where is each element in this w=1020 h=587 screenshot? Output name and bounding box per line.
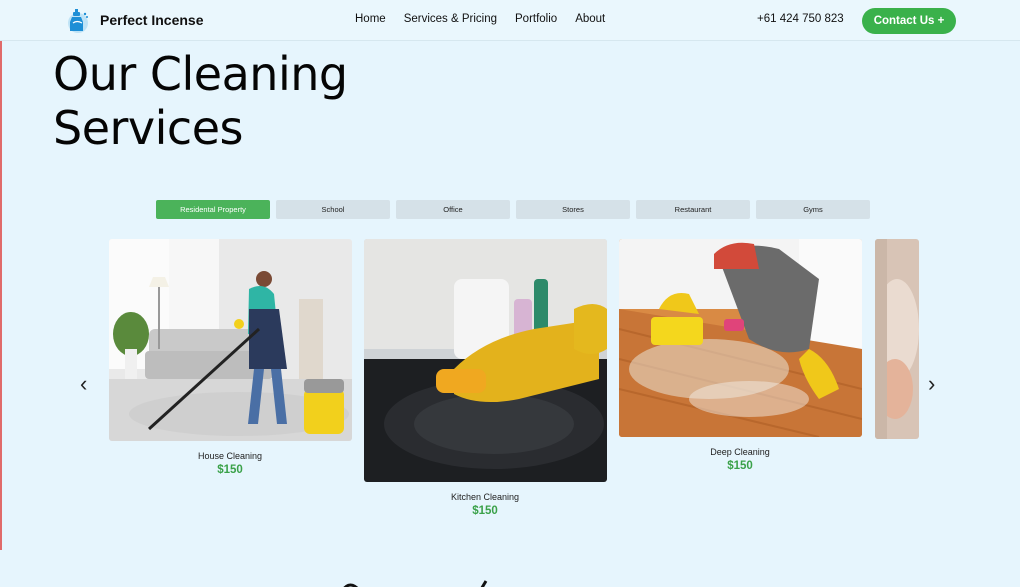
tab-school[interactable]: School [276, 200, 390, 219]
tab-residental-property[interactable]: Residental Property [156, 200, 270, 219]
main-nav: Home Services & Pricing Portfolio About [355, 13, 605, 25]
next-section-heading-cutoff [340, 578, 520, 587]
partial-card-image[interactable] [875, 239, 919, 439]
spray-bottle-logo-icon [68, 9, 88, 33]
card-price-deep-cleaning: $150 [727, 460, 753, 472]
phone-number[interactable]: +61 424 750 823 [757, 13, 844, 25]
kitchen-cleaning-image[interactable] [364, 239, 607, 482]
nav-services-pricing[interactable]: Services & Pricing [404, 13, 497, 25]
brand-name: Perfect Incense [100, 12, 204, 28]
deep-cleaning-image[interactable] [619, 239, 862, 437]
card-title-house-cleaning: House Cleaning [197, 451, 263, 461]
category-tabs: Residental Property School Office Stores… [156, 200, 870, 219]
house-cleaning-image[interactable] [109, 239, 352, 441]
tab-gyms[interactable]: Gyms [756, 200, 870, 219]
card-title-deep-cleaning: Deep Cleaning [710, 447, 770, 457]
carousel-next-chevron-right-icon[interactable]: › [928, 373, 935, 395]
page-title-line2: Services [53, 101, 243, 155]
nav-about[interactable]: About [575, 13, 605, 25]
tab-office[interactable]: Office [396, 200, 510, 219]
tab-restaurant[interactable]: Restaurant [636, 200, 750, 219]
site-logo[interactable]: Perfect Incense [64, 6, 204, 34]
left-edge-rule [0, 40, 2, 550]
top-navbar: Perfect Incense Home Services & Pricing … [0, 0, 1020, 41]
page-title-line1: Our Cleaning [53, 47, 348, 101]
card-price-kitchen-cleaning: $150 [472, 505, 498, 517]
page-title: Our Cleaning Services [53, 47, 383, 155]
card-price-house-cleaning: $150 [217, 464, 243, 476]
nav-home[interactable]: Home [355, 13, 386, 25]
carousel-prev-chevron-left-icon[interactable]: ‹ [80, 373, 87, 395]
contact-us-button[interactable]: Contact Us + [862, 8, 956, 34]
nav-portfolio[interactable]: Portfolio [515, 13, 557, 25]
card-title-kitchen-cleaning: Kitchen Cleaning [450, 492, 520, 502]
tab-stores[interactable]: Stores [516, 200, 630, 219]
